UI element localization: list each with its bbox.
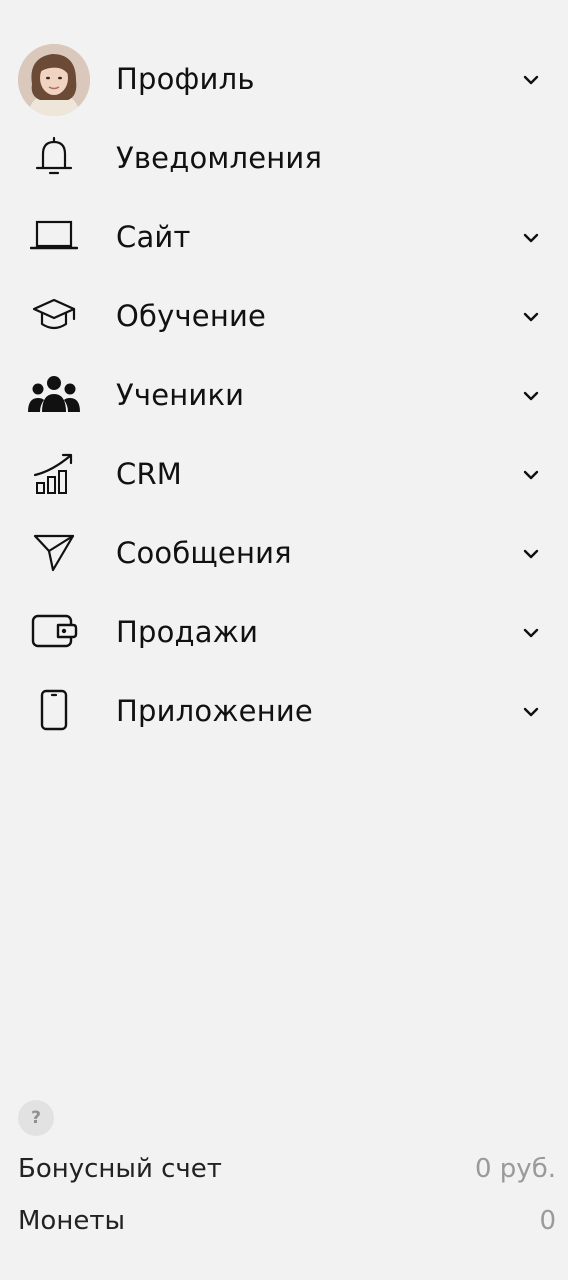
chevron-down-icon[interactable]: [522, 229, 540, 247]
smartphone-icon: [39, 689, 69, 735]
bonus-label: Бонусный счет: [18, 1154, 222, 1184]
avatar[interactable]: [18, 43, 90, 116]
users-icon: [26, 374, 82, 418]
coins-row: Монеты 0: [18, 1208, 556, 1234]
menu-item-label: Сайт: [116, 220, 191, 254]
menu-item-label: Профиль: [116, 62, 255, 96]
icon-wrap: [18, 123, 90, 195]
laptop-icon: [29, 219, 79, 257]
icon-wrap: [18, 597, 90, 669]
menu-item-education[interactable]: Обучение: [0, 277, 568, 356]
menu-item-label: Обучение: [116, 299, 267, 333]
icon-wrap: [18, 676, 90, 748]
chevron-down-icon[interactable]: [522, 71, 540, 89]
menu-item-label: CRM: [116, 457, 183, 491]
coins-value: 0: [539, 1206, 556, 1236]
avatar-wrap: [18, 43, 90, 116]
menu-item-label: Уведомления: [116, 141, 323, 175]
chevron-down-icon[interactable]: [522, 703, 540, 721]
menu-item-students[interactable]: Ученики: [0, 356, 568, 435]
chevron-down-icon[interactable]: [522, 624, 540, 642]
chevron-down-icon[interactable]: [522, 466, 540, 484]
menu-item-app[interactable]: Приложение: [0, 672, 568, 751]
icon-wrap: [18, 281, 90, 353]
icon-wrap: [18, 360, 90, 432]
bell-icon: [34, 135, 74, 183]
help-button[interactable]: ?: [18, 1100, 54, 1136]
chevron-down-icon[interactable]: [522, 545, 540, 563]
sidebar-menu: Профиль Уведомления Сайт Обучение Ученик…: [0, 40, 568, 751]
menu-item-site[interactable]: Сайт: [0, 198, 568, 277]
bonus-value: 0 руб.: [475, 1154, 556, 1184]
chevron-down-icon[interactable]: [522, 308, 540, 326]
send-icon: [32, 532, 76, 576]
menu-item-label: Продажи: [116, 615, 259, 649]
menu-item-sales[interactable]: Продажи: [0, 593, 568, 672]
menu-item-crm[interactable]: CRM: [0, 435, 568, 514]
menu-item-label: Приложение: [116, 694, 313, 728]
menu-item-profile[interactable]: Профиль: [0, 40, 568, 119]
icon-wrap: [18, 202, 90, 274]
menu-item-messages[interactable]: Сообщения: [0, 514, 568, 593]
menu-item-notifications[interactable]: Уведомления: [0, 119, 568, 198]
icon-wrap: [18, 439, 90, 511]
graduation-cap-icon: [30, 295, 78, 339]
bonus-balance-row: Бонусный счет 0 руб.: [18, 1156, 556, 1182]
menu-item-label: Ученики: [116, 378, 245, 412]
chevron-down-icon[interactable]: [522, 387, 540, 405]
menu-item-label: Сообщения: [116, 536, 292, 570]
chart-growth-icon: [32, 451, 76, 499]
wallet-icon: [30, 613, 78, 653]
icon-wrap: [18, 518, 90, 590]
coins-label: Монеты: [18, 1206, 126, 1236]
